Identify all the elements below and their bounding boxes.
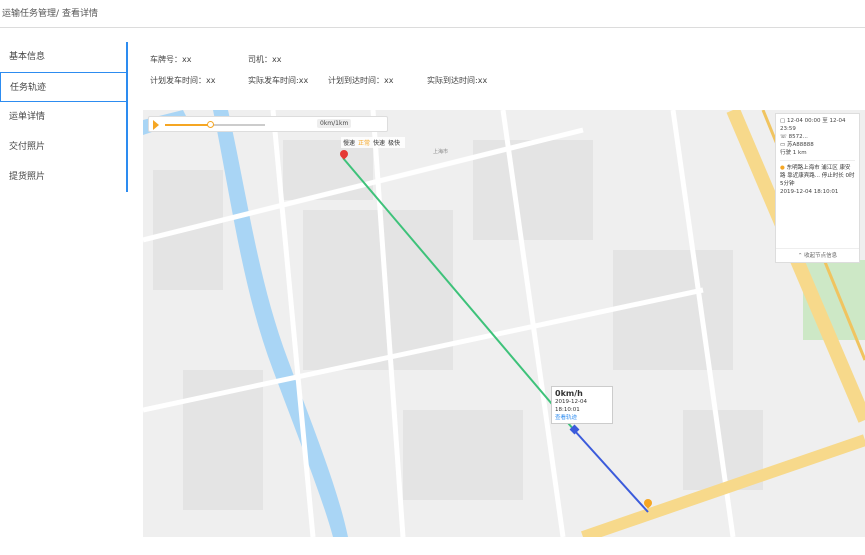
progress-fill — [165, 124, 210, 126]
speed-option-normal[interactable]: 正常 — [358, 140, 370, 147]
sidebar-item-label: 运单详情 — [9, 112, 46, 122]
actual-arrive-row: 实际到达时间:xx — [427, 75, 487, 86]
stop-address: ● 东明路上海市 浦江区 康安路 靠近康宾路... 停止时长 0时5分钟 — [780, 164, 855, 188]
play-icon[interactable] — [153, 120, 159, 130]
calendar-icon: ▢ — [780, 118, 786, 124]
route-blue — [573, 429, 649, 513]
plan-depart-label: 计划发车时间： — [150, 76, 206, 85]
sidebar-item-waybill-details[interactable]: 运单详情 — [0, 102, 128, 132]
plan-arrive-value: xx — [384, 76, 394, 85]
speed-option-fastest[interactable]: 极快 — [388, 140, 400, 147]
phone-icon: ☏ — [780, 134, 787, 140]
time-range: ▢ 12-04 00:00 至 12-04 23:59 — [780, 117, 855, 133]
progress-track[interactable] — [165, 121, 265, 128]
breadcrumb: 运输任务管理/ 查看详情 — [0, 0, 865, 28]
collapse-nodes-button[interactable]: ⌃ 收起节点信息 — [776, 248, 859, 262]
plate-value: xx — [182, 55, 192, 64]
speed-readout: 0km/1km — [317, 119, 352, 128]
truck-icon: ▭ — [780, 142, 786, 148]
sidebar: 基本信息 任务轨迹 运单详情 交付照片 提货照片 — [0, 42, 128, 192]
stop-address-text: 东明路上海市 浦江区 康安路 靠近康宾路... 停止时长 0时5分钟 — [780, 165, 855, 187]
sidebar-item-label: 基本信息 — [9, 52, 46, 62]
phone-row: ☏ 8572... — [780, 133, 855, 141]
map-label: 上海市 — [433, 149, 449, 155]
sidebar-item-label: 交付照片 — [9, 142, 46, 152]
breadcrumb-separator: / — [56, 9, 60, 19]
mileage-row: 行驶 1 km — [780, 149, 855, 157]
popup-time: 2019-12-04 18:10:01 — [555, 399, 587, 413]
breadcrumb-current: 查看详情 — [61, 9, 98, 19]
mileage-label: 行驶 — [780, 150, 792, 156]
playback-bar: 0km/1km — [148, 116, 388, 132]
popup-speed: 0km/h — [555, 389, 583, 398]
plate-row: ▭ 苏A88888 — [780, 141, 855, 149]
plan-arrive-label: 计划到达时间： — [328, 76, 384, 85]
track-info-panel: ▢ 12-04 00:00 至 12-04 23:59 ☏ 8572... ▭ … — [775, 113, 860, 263]
view-track-link[interactable]: 查看轨迹 — [555, 414, 609, 422]
location-pin-icon: ● — [780, 165, 785, 171]
actual-arrive-label: 实际到达时间: — [427, 76, 478, 85]
actual-depart-value: xx — [298, 76, 309, 85]
driver-row: 司机：xx — [248, 54, 281, 65]
mileage-value: 1 — [792, 150, 797, 156]
speed-options: 慢速 正常 快速 极快 — [341, 137, 406, 148]
plan-depart-row: 计划发车时间：xx — [150, 75, 215, 86]
plate-label: 车牌号： — [150, 55, 182, 64]
vehicle-popup: 0km/h 2019-12-04 18:10:01 查看轨迹 — [551, 386, 613, 424]
track-map[interactable]: 上海市 0km/1km 慢速 正常 快速 极快 ▢ 12-04 00:00 至 12-… — [143, 110, 865, 537]
plate-text: 苏A88888 — [786, 142, 814, 148]
driver-value: xx — [272, 55, 282, 64]
driver-label: 司机： — [248, 55, 272, 64]
breadcrumb-parent[interactable]: 运输任务管理 — [2, 9, 56, 19]
actual-depart-label: 实际发车时间: — [248, 76, 299, 85]
phone-text: 8572... — [788, 134, 808, 140]
plan-arrive-row: 计划到达时间：xx — [328, 75, 393, 86]
map-canvas — [143, 110, 865, 537]
speed-option-fast[interactable]: 快速 — [373, 140, 385, 147]
sidebar-item-basic-info[interactable]: 基本信息 — [0, 42, 128, 72]
progress-handle[interactable] — [207, 121, 214, 128]
speed-option-slow[interactable]: 慢速 — [343, 140, 355, 147]
sidebar-item-delivery-photos[interactable]: 交付照片 — [0, 132, 128, 162]
actual-depart-row: 实际发车时间:xx — [248, 75, 308, 86]
plan-depart-value: xx — [206, 76, 216, 85]
chevron-up-icon: ⌃ — [797, 253, 803, 259]
sidebar-item-task-track[interactable]: 任务轨迹 — [0, 72, 128, 102]
mileage-unit: km — [798, 150, 807, 156]
actual-arrive-value: xx — [477, 76, 488, 85]
sidebar-item-pickup-photos[interactable]: 提货照片 — [0, 162, 128, 192]
plate-row: 车牌号：xx — [150, 54, 191, 65]
time-range-text: 12-04 00:00 至 12-04 23:59 — [780, 118, 846, 132]
collapse-label: 收起节点信息 — [804, 253, 838, 259]
stop-time: 2019-12-04 18:10:01 — [780, 189, 839, 195]
divider — [780, 160, 855, 161]
sidebar-item-label: 任务轨迹 — [10, 83, 47, 93]
sidebar-item-label: 提货照片 — [9, 172, 46, 182]
